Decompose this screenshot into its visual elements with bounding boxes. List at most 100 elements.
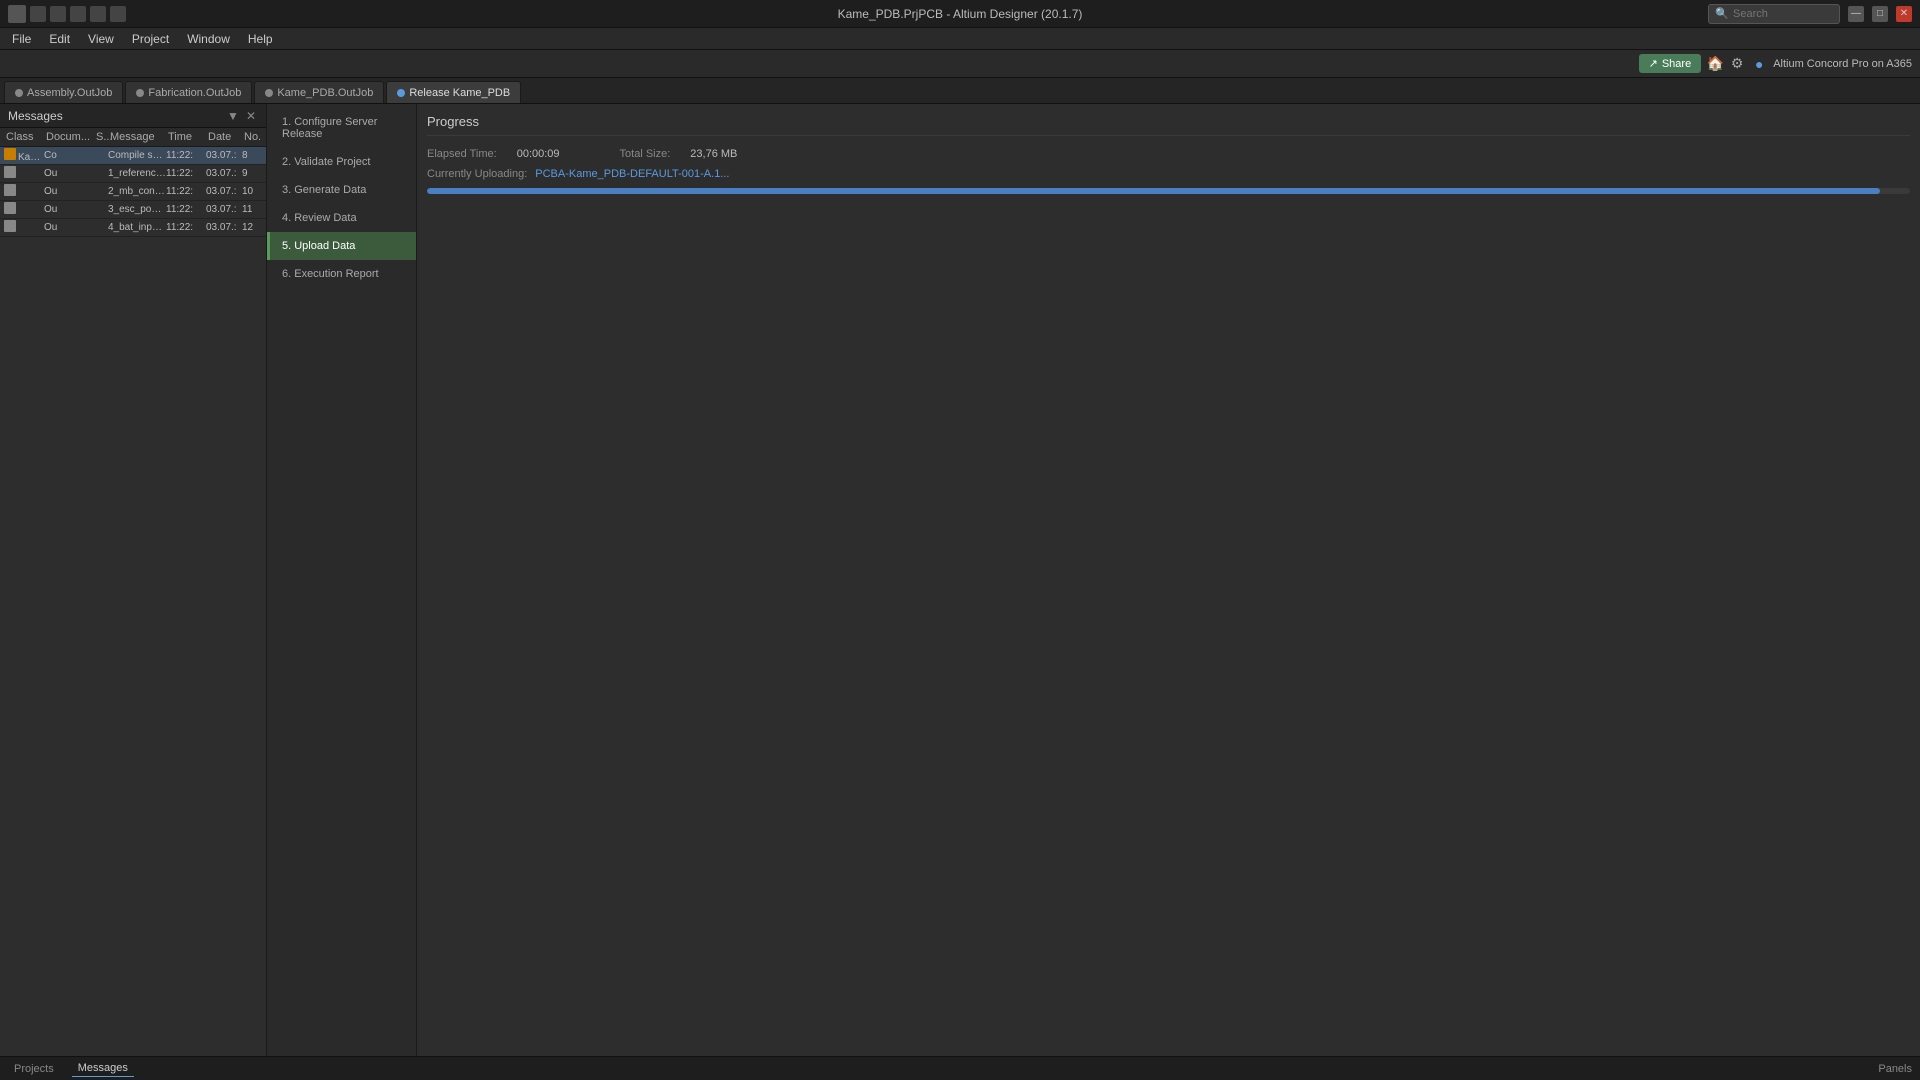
- close-button[interactable]: ✕: [1896, 6, 1912, 22]
- uploading-file: PCBA-Kame_PDB-DEFAULT-001-A.1...: [535, 168, 729, 180]
- total-size-value: 23,76 MB: [690, 148, 737, 160]
- menu-file[interactable]: File: [4, 30, 39, 48]
- msg-class: [4, 166, 44, 181]
- msg-orange-icon: [4, 148, 16, 160]
- clear-icon[interactable]: ✕: [244, 109, 258, 123]
- tab-assembly-outjob[interactable]: Assembly.OutJob: [4, 81, 123, 103]
- search-input[interactable]: [1733, 8, 1833, 20]
- menu-window[interactable]: Window: [179, 30, 238, 48]
- menu-project[interactable]: Project: [124, 30, 177, 48]
- msg-gray-icon: [4, 220, 16, 232]
- msg-class: [4, 184, 44, 199]
- settings-icon[interactable]: ⚙: [1729, 56, 1745, 72]
- col-date-header: Date: [206, 130, 242, 144]
- messages-title: Messages: [8, 109, 63, 123]
- maximize-button[interactable]: □: [1872, 6, 1888, 22]
- tab-kame-pdb-outjob[interactable]: Kame_PDB.OutJob: [254, 81, 384, 103]
- table-row[interactable]: Kame_P Co Compile successful, no 11:22: …: [0, 147, 266, 165]
- msg-date: 03.07.:: [206, 204, 242, 215]
- menu-bar: File Edit View Project Window Help: [0, 28, 1920, 50]
- tab-dot: [397, 89, 405, 97]
- home-icon[interactable]: 🏠: [1707, 56, 1723, 72]
- filter-icon[interactable]: ▼: [226, 109, 240, 123]
- search-icon: 🔍: [1715, 7, 1729, 20]
- step-configure-server-release[interactable]: 1. Configure Server Release: [267, 108, 416, 148]
- table-row[interactable]: Ou 4_bat_input&power_m 11:22: 03.07.: 12: [0, 219, 266, 237]
- open-icon[interactable]: [50, 6, 66, 22]
- step-generate-data[interactable]: 3. Generate Data: [267, 176, 416, 204]
- msg-doc: Ou: [44, 222, 94, 233]
- bottom-bar: Projects Messages Panels: [0, 1056, 1920, 1080]
- msg-no: 12: [242, 222, 262, 233]
- messages-columns: Class Docum... S... Message Time Date No…: [0, 128, 266, 147]
- toolbar-row: ↗ Share 🏠 ⚙ ● Altium Concord Pro on A365: [0, 50, 1920, 78]
- step-upload-data[interactable]: 5. Upload Data: [267, 232, 416, 260]
- title-bar-right: 🔍 — □ ✕: [1708, 4, 1912, 24]
- msg-doc: Ou: [44, 168, 94, 179]
- minimize-button[interactable]: —: [1848, 6, 1864, 22]
- msg-time: 11:22:: [166, 204, 206, 215]
- table-row[interactable]: Ou 2_mb_conn.SchDoc 11:22: 03.07.: 10: [0, 183, 266, 201]
- msg-doc: Ou: [44, 204, 94, 215]
- msg-date: 03.07.:: [206, 186, 242, 197]
- msg-no: 10: [242, 186, 262, 197]
- msg-no: 9: [242, 168, 262, 179]
- messages-header-icons: ▼ ✕: [226, 109, 258, 123]
- msg-message: 3_esc_power_sw.SchDc: [108, 204, 166, 215]
- app-icon: [8, 5, 26, 23]
- panels-label[interactable]: Panels: [1878, 1063, 1912, 1075]
- tab-label: Kame_PDB.OutJob: [277, 87, 373, 99]
- msg-date: 03.07.:: [206, 150, 242, 161]
- bottom-tab-projects[interactable]: Projects: [8, 1061, 60, 1077]
- menu-edit[interactable]: Edit: [41, 30, 78, 48]
- menu-view[interactable]: View: [80, 30, 122, 48]
- user-icon[interactable]: ●: [1751, 56, 1767, 72]
- uploading-label: Currently Uploading:: [427, 168, 527, 180]
- tab-label: Assembly.OutJob: [27, 87, 112, 99]
- msg-time: 11:22:: [166, 168, 206, 179]
- col-message-header: Message: [108, 130, 166, 144]
- msg-date: 03.07.:: [206, 222, 242, 233]
- concord-label: Altium Concord Pro on A365: [1773, 58, 1912, 70]
- progress-info: Elapsed Time: 00:00:09 Total Size: 23,76…: [427, 148, 1910, 160]
- new-icon[interactable]: [30, 6, 46, 22]
- menu-help[interactable]: Help: [240, 30, 281, 48]
- save-icon[interactable]: [70, 6, 86, 22]
- share-button[interactable]: ↗ Share: [1639, 54, 1702, 73]
- progress-bar-fill: [427, 188, 1880, 194]
- msg-time: 11:22:: [166, 150, 206, 161]
- redo-icon[interactable]: [110, 6, 126, 22]
- search-box[interactable]: 🔍: [1708, 4, 1840, 24]
- msg-gray-icon: [4, 202, 16, 214]
- msg-class: [4, 202, 44, 217]
- msg-class: Kame_P: [4, 148, 44, 163]
- bottom-tab-messages[interactable]: Messages: [72, 1060, 134, 1077]
- msg-doc: Co: [44, 150, 94, 161]
- tab-dot: [15, 89, 23, 97]
- progress-bar-container: [427, 188, 1910, 194]
- tab-dot: [265, 89, 273, 97]
- msg-no: 11: [242, 204, 262, 215]
- msg-doc: Ou: [44, 186, 94, 197]
- window-title: Kame_PDB.PrjPCB - Altium Designer (20.1.…: [838, 7, 1083, 21]
- tab-release-kame-pdb[interactable]: Release Kame_PDB: [386, 81, 521, 103]
- tab-fabrication-outjob[interactable]: Fabrication.OutJob: [125, 81, 252, 103]
- undo-icon[interactable]: [90, 6, 106, 22]
- toolbar-right-icons: 🏠 ⚙ ● Altium Concord Pro on A365: [1707, 56, 1912, 72]
- msg-message: 2_mb_conn.SchDoc: [108, 186, 166, 197]
- currently-uploading: Currently Uploading: PCBA-Kame_PDB-DEFAU…: [427, 168, 1910, 180]
- msg-time: 11:22:: [166, 222, 206, 233]
- main-layout: Messages ▼ ✕ Class Docum... S... Message…: [0, 104, 1920, 1056]
- msg-class: [4, 220, 44, 235]
- share-icon: ↗: [1649, 57, 1658, 70]
- step-review-data[interactable]: 4. Review Data: [267, 204, 416, 232]
- step-validate-project[interactable]: 2. Validate Project: [267, 148, 416, 176]
- step-execution-report[interactable]: 6. Execution Report: [267, 260, 416, 288]
- col-document-header: Docum...: [44, 130, 94, 144]
- messages-panel: Messages ▼ ✕ Class Docum... S... Message…: [0, 104, 267, 1056]
- tab-label: Fabrication.OutJob: [148, 87, 241, 99]
- content-panel: Progress Elapsed Time: 00:00:09 Total Si…: [417, 104, 1920, 1056]
- table-row[interactable]: Ou 1_reference.SchDoc 11:22: 03.07.: 9: [0, 165, 266, 183]
- elapsed-value: 00:00:09: [517, 148, 560, 160]
- table-row[interactable]: Ou 3_esc_power_sw.SchDc 11:22: 03.07.: 1…: [0, 201, 266, 219]
